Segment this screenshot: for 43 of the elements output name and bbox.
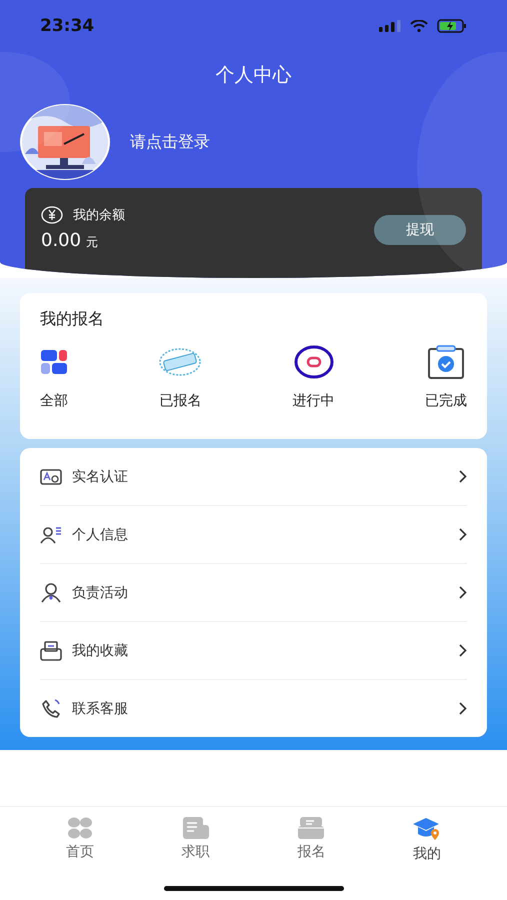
balance-amount: 0.00 [41,230,82,251]
grid-icon [40,349,68,375]
currency-unit: 元 [86,234,98,251]
signup-status-link[interactable]: 已完成 [424,392,467,410]
menu-item[interactable]: 负责活动 [40,564,467,622]
tab[interactable]: 报名 [276,817,346,863]
tab[interactable]: 我的 [392,817,462,863]
person-list-icon [40,526,62,544]
menu-item[interactable]: 我的收藏 [40,622,467,680]
id-card-icon [40,468,62,484]
signal-icon [379,20,401,32]
record-icon [294,345,334,379]
clipboard-check-icon [426,345,465,379]
wifi-icon [410,20,428,32]
inbox-icon [40,640,62,660]
stamp-icon [158,347,202,377]
balance-label: 我的余额 [73,207,125,224]
section-title: 我的报名 [40,309,105,330]
phone-icon [40,698,62,718]
signup-status-link[interactable]: 进行中 [292,392,335,410]
document-icon [182,817,209,839]
person-icon [40,582,62,602]
menu-item[interactable]: 个人信息 [40,506,467,564]
tray-icon [298,817,324,839]
signup-status-link[interactable]: 全部 [40,392,68,410]
signup-status-link[interactable]: 已报名 [159,392,202,410]
menu-item[interactable]: 联系客服 [40,680,467,737]
chevron-right-icon [459,470,467,483]
tab[interactable]: 求职 [160,817,231,863]
graduation-cap-icon [413,817,442,841]
login-prompt[interactable]: 请点击登录 [130,132,210,152]
yuan-icon [41,206,63,224]
battery-icon [437,19,467,33]
menu-item[interactable]: 实名认证 [40,448,467,506]
page-title: 个人中心 [214,63,292,88]
tab[interactable]: 首页 [44,817,115,863]
withdraw-button[interactable]: 提现 [374,215,466,245]
clover-icon [66,817,93,839]
status-time: 23:34 [40,16,94,36]
chevron-right-icon [459,586,467,599]
chevron-right-icon [459,528,467,541]
chevron-right-icon [459,644,467,657]
chevron-right-icon [459,702,467,715]
